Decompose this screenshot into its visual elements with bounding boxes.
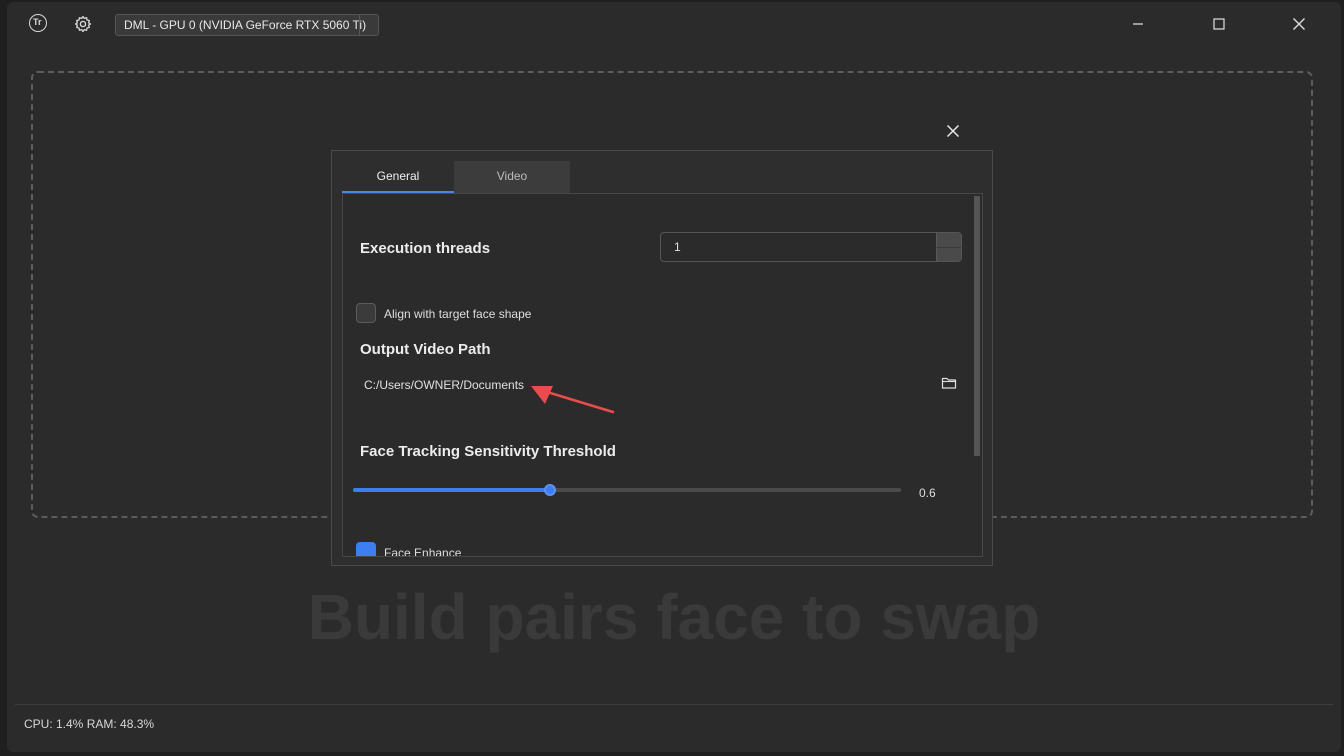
title-bar: Tr DML - GPU 0 (NVIDIA GeForce RTX 5060 … — [7, 2, 1341, 46]
tracking-threshold-value: 0.6 — [919, 486, 936, 500]
settings-dialog: General Video Execution threads 1 Align … — [331, 150, 993, 566]
execution-threads-value: 1 — [674, 240, 681, 254]
slider-handle[interactable] — [544, 484, 557, 496]
slider-fill — [353, 488, 551, 492]
align-face-checkbox[interactable] — [356, 303, 376, 323]
status-bar-text: CPU: 1.4% RAM: 48.3% — [24, 717, 155, 731]
app-logo-icon: Tr — [29, 14, 47, 32]
gear-icon[interactable] — [73, 14, 93, 34]
align-face-label: Align with target face shape — [384, 307, 532, 321]
output-path-label: Output Video Path — [360, 341, 491, 358]
execution-threads-label: Execution threads — [360, 240, 491, 257]
device-selector-label: DML - GPU 0 (NVIDIA GeForce RTX 5060 Ti) — [124, 18, 367, 32]
minimize-icon[interactable] — [1129, 15, 1147, 33]
stepper-up-button[interactable] — [936, 233, 961, 247]
close-icon[interactable] — [944, 122, 962, 140]
app-window: Tr DML - GPU 0 (NVIDIA GeForce RTX 5060 … — [7, 2, 1341, 752]
face-enhance-checkbox[interactable] — [356, 542, 376, 556]
status-divider — [15, 704, 1333, 705]
stepper-down-button[interactable] — [936, 247, 961, 261]
placeholder-title: Build pairs face to swap — [307, 581, 1041, 653]
tab-general[interactable]: General — [342, 161, 454, 193]
app-logo-text: Tr — [33, 17, 42, 27]
close-icon[interactable] — [1290, 15, 1308, 33]
face-enhance-label: Face Enhance — [384, 546, 462, 557]
device-selector[interactable]: DML - GPU 0 (NVIDIA GeForce RTX 5060 Ti) — [115, 14, 379, 36]
maximize-icon[interactable] — [1210, 15, 1228, 33]
device-selector-divider — [359, 15, 360, 35]
execution-threads-stepper[interactable]: 1 — [660, 232, 962, 262]
output-path-value[interactable]: C:/Users/OWNER/Documents — [364, 378, 524, 392]
tracking-threshold-label: Face Tracking Sensitivity Threshold — [360, 443, 616, 460]
annotation-arrow — [531, 386, 615, 414]
tab-video[interactable]: Video — [454, 161, 570, 193]
general-settings-panel: Execution threads 1 Align with target fa… — [342, 193, 983, 557]
tracking-threshold-slider[interactable] — [353, 483, 901, 497]
panel-scrollbar[interactable] — [973, 196, 981, 556]
scrollbar-thumb[interactable] — [974, 196, 980, 456]
folder-icon[interactable] — [941, 375, 957, 391]
